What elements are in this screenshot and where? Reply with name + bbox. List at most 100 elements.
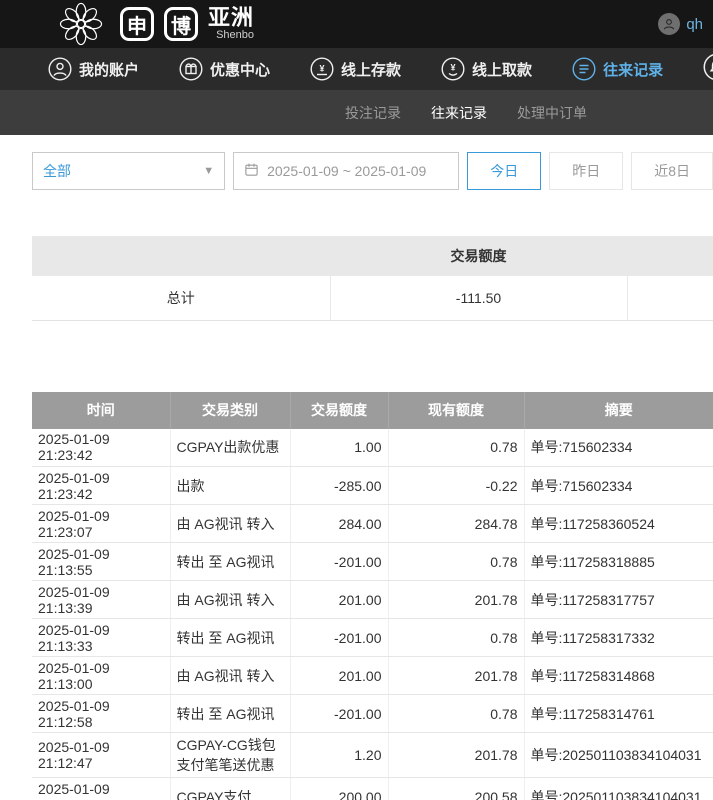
- cell-memo: 单号:202501103834104031: [524, 778, 713, 800]
- cell-memo: 单号:715602334: [524, 429, 713, 467]
- table-row: 2025-01-09 21:23:42 CGPAY出款优惠 1.00 0.78 …: [32, 429, 713, 467]
- quick-filter-today[interactable]: 今日: [467, 152, 541, 190]
- svg-text:¥: ¥: [320, 64, 325, 74]
- cell-type: CGPAY支付: [170, 778, 290, 800]
- table-row: 2025-01-09 21:23:07 由 AG视讯 转入 284.00 284…: [32, 505, 713, 543]
- cell-amount: 1.00: [290, 429, 388, 467]
- withdraw-icon: ¥: [441, 57, 465, 81]
- table-row: 2025-01-09 21:12:58 转出 至 AG视讯 -201.00 0.…: [32, 695, 713, 733]
- nav-label: 优惠中心: [210, 59, 270, 80]
- col-header-memo: 摘要: [524, 392, 713, 429]
- cell-time: 2025-01-09 21:12:47: [32, 778, 170, 800]
- cell-amount: -201.00: [290, 695, 388, 733]
- summary-total-label: 总计: [32, 276, 330, 320]
- cell-memo: 单号:117258360524: [524, 505, 713, 543]
- cell-memo: 单号:202501103834104031: [524, 733, 713, 778]
- cell-time: 2025-01-09 21:13:33: [32, 619, 170, 657]
- cell-type: 转出 至 AG视讯: [170, 543, 290, 581]
- summary-total-extra: [627, 276, 713, 320]
- type-select[interactable]: 全部 ▼: [32, 152, 225, 190]
- nav-item-deposit[interactable]: ¥ 线上存款: [310, 57, 401, 81]
- table-row: 2025-01-09 21:13:00 由 AG视讯 转入 201.00 201…: [32, 657, 713, 695]
- nav-label: 线上取款: [472, 59, 532, 80]
- calendar-icon: [244, 162, 259, 180]
- cell-balance: 0.78: [388, 429, 524, 467]
- col-header-type: 交易类别: [170, 392, 290, 429]
- cell-type: 由 AG视讯 转入: [170, 657, 290, 695]
- cell-balance: 201.78: [388, 657, 524, 695]
- summary-header-row: 交易额度: [32, 236, 713, 276]
- date-range-input[interactable]: 2025-01-09 ~ 2025-01-09: [233, 152, 459, 190]
- tab-pending-orders[interactable]: 处理中订单: [517, 103, 587, 123]
- notifications-button[interactable]: [703, 53, 713, 86]
- col-header-time: 时间: [32, 392, 170, 429]
- nav-item-my-account[interactable]: 我的账户: [48, 57, 139, 81]
- summary-header-amount: 交易额度: [330, 236, 627, 276]
- quick-filter-yesterday[interactable]: 昨日: [549, 152, 623, 190]
- cell-balance: 0.78: [388, 543, 524, 581]
- logo-char-box: 申: [120, 7, 154, 41]
- records-header-row: 时间 交易类别 交易额度 现有额度 摘要: [32, 392, 713, 429]
- summary-header-empty: [32, 236, 330, 276]
- tab-transaction-records[interactable]: 往来记录: [431, 103, 487, 123]
- cell-time: 2025-01-09 21:13:55: [32, 543, 170, 581]
- cell-balance: 284.78: [388, 505, 524, 543]
- nav-item-withdraw[interactable]: ¥ 线上取款: [441, 57, 532, 81]
- cell-amount: 1.20: [290, 733, 388, 778]
- summary-header-empty: [627, 236, 713, 276]
- main-nav: 我的账户 优惠中心 ¥ 线上存款 ¥ 线上取款: [0, 48, 713, 90]
- cell-memo: 单号:117258314761: [524, 695, 713, 733]
- cell-balance: 201.78: [388, 733, 524, 778]
- user-avatar-icon: [658, 13, 680, 35]
- summary-total-row: 总计 -111.50: [32, 276, 713, 320]
- summary-total-value: -111.50: [330, 276, 627, 320]
- cell-time: 2025-01-09 21:13:00: [32, 657, 170, 695]
- filter-bar: 全部 ▼ 2025-01-09 ~ 2025-01-09 今日 昨日 近8日: [32, 152, 713, 190]
- cell-amount: -201.00: [290, 543, 388, 581]
- cell-type: 由 AG视讯 转入: [170, 505, 290, 543]
- table-row: 2025-01-09 21:13:33 转出 至 AG视讯 -201.00 0.…: [32, 619, 713, 657]
- cell-balance: 0.78: [388, 695, 524, 733]
- records-table: 时间 交易类别 交易额度 现有额度 摘要 2025-01-09 21:23:42…: [32, 392, 713, 800]
- cell-time: 2025-01-09 21:12:58: [32, 695, 170, 733]
- table-row: 2025-01-09 21:23:42 出款 -285.00 -0.22 单号:…: [32, 467, 713, 505]
- user-area[interactable]: qh: [658, 13, 703, 35]
- nav-label: 线上存款: [341, 59, 401, 80]
- tab-bet-records[interactable]: 投注记录: [345, 103, 401, 123]
- cell-type: 出款: [170, 467, 290, 505]
- user-icon: [48, 57, 72, 81]
- cell-balance: 201.78: [388, 581, 524, 619]
- cell-memo: 单号:117258314868: [524, 657, 713, 695]
- date-range-value: 2025-01-09 ~ 2025-01-09: [267, 163, 426, 179]
- cell-time: 2025-01-09 21:23:42: [32, 467, 170, 505]
- sub-nav: 投注记录 往来记录 处理中订单: [0, 90, 713, 135]
- cell-type: 转出 至 AG视讯: [170, 695, 290, 733]
- brand-flower-icon: [52, 2, 110, 46]
- table-row: 2025-01-09 21:13:39 由 AG视讯 转入 201.00 201…: [32, 581, 713, 619]
- summary-table: 交易额度 总计 -111.50: [32, 236, 713, 321]
- deposit-icon: ¥: [310, 57, 334, 81]
- cell-type: CGPAY出款优惠: [170, 429, 290, 467]
- nav-label: 我的账户: [79, 59, 139, 80]
- cell-memo: 单号:117258318885: [524, 543, 713, 581]
- col-header-amount: 交易额度: [290, 392, 388, 429]
- table-row: 2025-01-09 21:13:55 转出 至 AG视讯 -201.00 0.…: [32, 543, 713, 581]
- quick-filter-last8days[interactable]: 近8日: [631, 152, 713, 190]
- brand-logo[interactable]: 申 博 亚洲 Shenbo: [52, 2, 254, 46]
- brand-suffix: 亚洲: [208, 7, 254, 29]
- table-row: 2025-01-09 21:12:47 CGPAY支付 200.00 200.5…: [32, 778, 713, 800]
- cell-type: 由 AG视讯 转入: [170, 581, 290, 619]
- records-icon: [572, 57, 596, 81]
- logo-char-box: 博: [164, 7, 198, 41]
- gift-icon: [179, 57, 203, 81]
- cell-balance: 200.58: [388, 778, 524, 800]
- cell-amount: 201.00: [290, 657, 388, 695]
- cell-type: 转出 至 AG视讯: [170, 619, 290, 657]
- nav-item-promotions[interactable]: 优惠中心: [179, 57, 270, 81]
- nav-label: 往来记录: [603, 59, 663, 80]
- cell-time: 2025-01-09 21:23:07: [32, 505, 170, 543]
- top-header: 申 博 亚洲 Shenbo qh: [0, 0, 713, 48]
- brand-subtitle: Shenbo: [208, 30, 254, 41]
- cell-balance: -0.22: [388, 467, 524, 505]
- nav-item-transaction-records[interactable]: 往来记录: [572, 57, 663, 81]
